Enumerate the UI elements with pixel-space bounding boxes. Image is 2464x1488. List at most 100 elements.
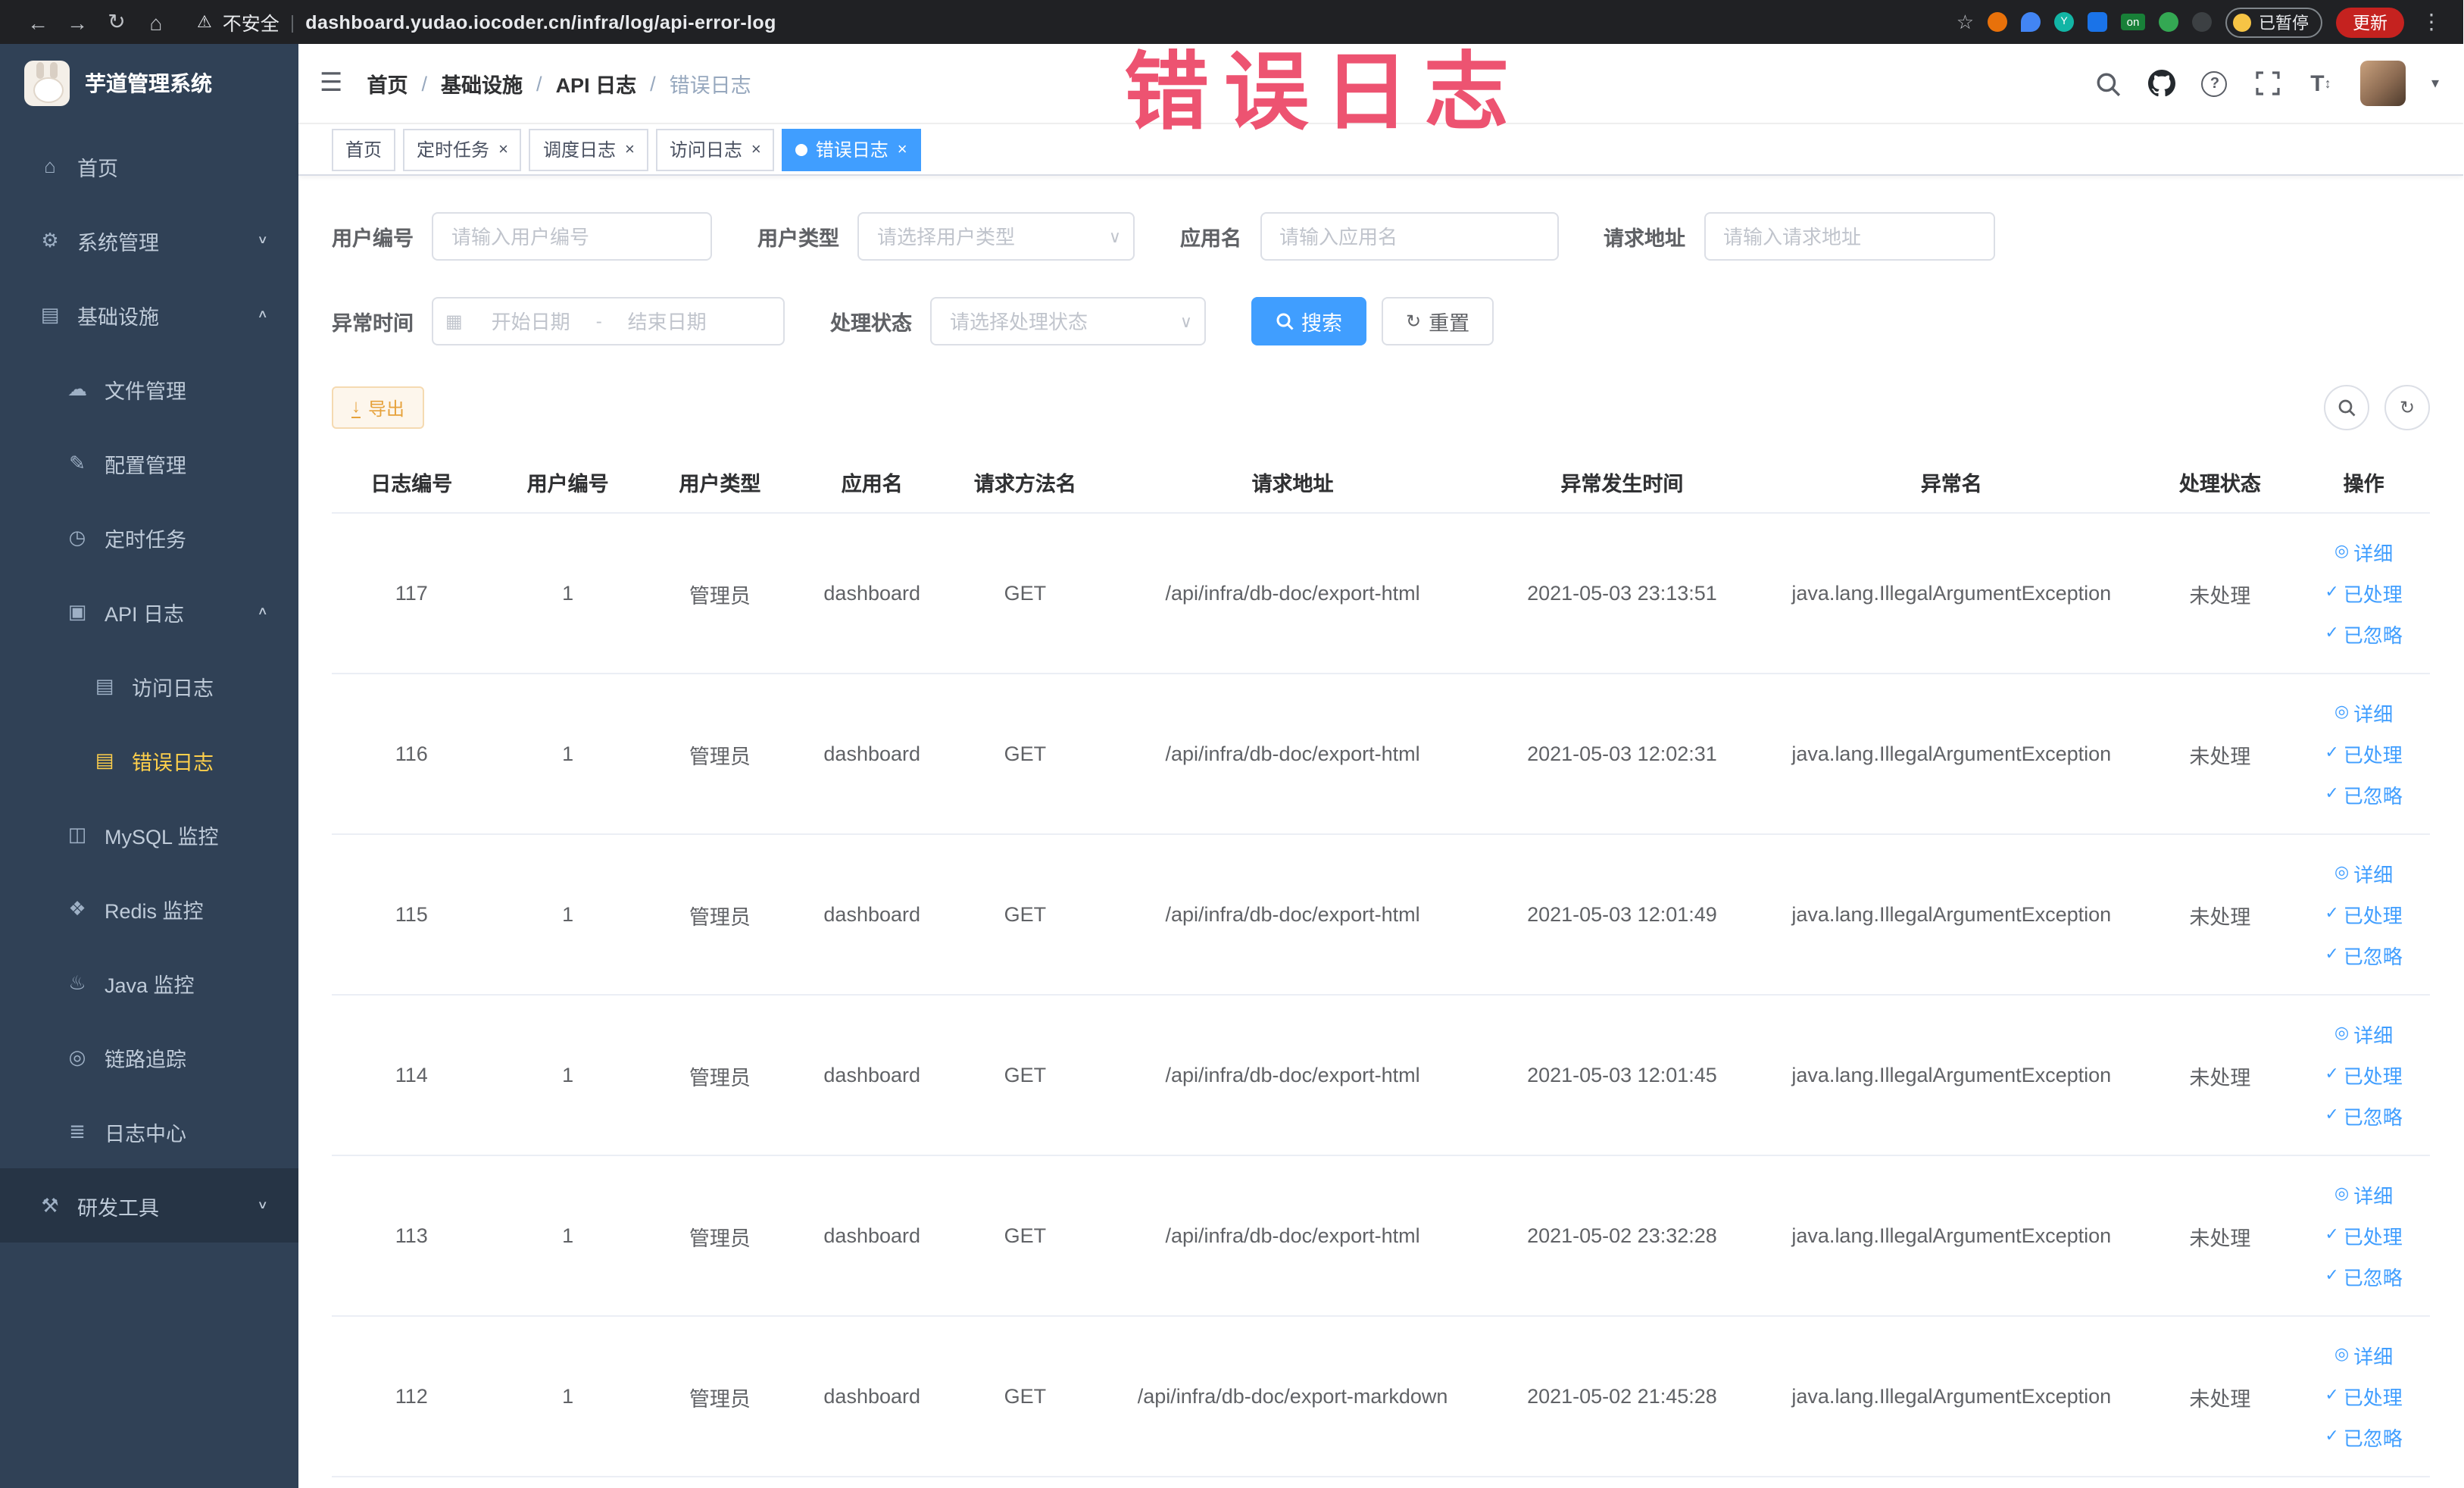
action-ignored-link[interactable]: ✓ 已忽略 <box>2325 1418 2402 1457</box>
sidebar-item-access-log[interactable]: ▤ 访问日志 <box>0 649 298 723</box>
font-size-icon[interactable]: T ↕ <box>2307 70 2334 97</box>
check-icon: ✓ <box>2325 583 2339 602</box>
bookmark-star-icon[interactable]: ☆ <box>1957 10 1974 34</box>
tab-access-log[interactable]: 访问日志 × <box>655 128 775 170</box>
action-detail-link[interactable]: ◎ 详细 <box>2334 1014 2393 1054</box>
address-bar[interactable]: ⚠ 不安全 | dashboard.yudao.iocoder.cn/infra… <box>197 8 1957 36</box>
action-processed-link[interactable]: ✓ 已处理 <box>2325 734 2402 774</box>
sidebar-item-dev-tools[interactable]: ⚒ 研发工具 ∨ <box>0 1168 298 1243</box>
cell-status: 未处理 <box>2189 1227 2251 1249</box>
process-status-label: 处理状态 <box>830 312 912 335</box>
user-type-select-input[interactable] <box>857 212 1135 261</box>
sidebar-item-infrastructure[interactable]: ▤ 基础设施 ∧ <box>0 277 298 352</box>
cell-app-name: dashboard <box>823 742 921 765</box>
help-icon[interactable]: ? <box>2201 70 2228 97</box>
search-icon[interactable] <box>2095 70 2122 97</box>
toggle-search-button[interactable] <box>2324 385 2369 430</box>
reset-button[interactable]: ↻ 重置 <box>1382 297 1494 345</box>
extension-icon-7[interactable] <box>2192 12 2212 32</box>
sidebar-item-home[interactable]: ⌂ 首页 <box>0 129 298 203</box>
process-status-select[interactable]: ∨ <box>930 297 1206 345</box>
tab-error-log[interactable]: 错误日志 × <box>782 128 921 170</box>
view-icon: ◎ <box>2334 703 2350 721</box>
sidebar-item-api-log[interactable]: ▣ API 日志 ∧ <box>0 574 298 649</box>
action-processed-link[interactable]: ✓ 已处理 <box>2325 574 2402 613</box>
action-processed-link[interactable]: ✓ 已处理 <box>2325 1055 2402 1095</box>
cell-app-name: dashboard <box>823 582 921 605</box>
action-detail-link[interactable]: ◎ 详细 <box>2334 693 2393 733</box>
home-icon[interactable]: ⌂ <box>136 10 176 34</box>
sidebar-item-file-mgmt[interactable]: ☁ 文件管理 <box>0 352 298 426</box>
app-name-input[interactable] <box>1260 212 1558 261</box>
close-icon[interactable]: × <box>751 140 761 158</box>
sidebar-item-redis-monitor[interactable]: ❖ Redis 监控 <box>0 871 298 946</box>
cell-actions: ◎ 详细 ✓ 已处理 ✓ 已忽略 <box>2297 1014 2430 1136</box>
tab-scheduled-tasks[interactable]: 定时任务 × <box>403 128 522 170</box>
action-ignored-link[interactable]: ✓ 已忽略 <box>2325 1096 2402 1136</box>
sidebar-item-log-center[interactable]: ≣ 日志中心 <box>0 1094 298 1168</box>
action-detail-link[interactable]: ◎ 详细 <box>2334 1175 2393 1214</box>
browser-menu-icon[interactable]: ⋮ <box>2418 9 2445 35</box>
extension-icon-2[interactable] <box>2021 12 2041 32</box>
extension-icon-3[interactable]: Y <box>2054 12 2074 32</box>
reload-icon[interactable]: ↻ <box>97 9 136 35</box>
user-avatar[interactable] <box>2359 61 2406 106</box>
user-id-input[interactable] <box>432 212 712 261</box>
hamburger-icon[interactable]: ☰ <box>320 68 343 98</box>
sidebar-item-config-mgmt[interactable]: ✎ 配置管理 <box>0 426 298 500</box>
close-icon[interactable]: × <box>898 140 907 158</box>
breadcrumb-home[interactable]: 首页 <box>367 68 408 98</box>
fullscreen-icon[interactable] <box>2254 70 2281 97</box>
sidebar-item-error-log[interactable]: ▤ 错误日志 <box>0 723 298 797</box>
refresh-icon: ↻ <box>1406 311 1422 332</box>
sidebar-item-scheduled-tasks[interactable]: ◷ 定时任务 <box>0 500 298 574</box>
user-id-label: 用户编号 <box>332 227 414 250</box>
extension-icon-1[interactable] <box>1988 12 2007 32</box>
user-type-select[interactable]: ∨ <box>857 212 1135 261</box>
sidebar-item-mysql-monitor[interactable]: ◫ MySQL 监控 <box>0 797 298 871</box>
action-processed-link[interactable]: ✓ 已处理 <box>2325 1377 2402 1416</box>
request-url-input[interactable] <box>1704 212 1994 261</box>
action-processed-link[interactable]: ✓ 已处理 <box>2325 895 2402 934</box>
start-date-input[interactable] <box>468 308 593 334</box>
avatar-caret-icon[interactable]: ▾ <box>2431 75 2439 92</box>
action-ignored-link[interactable]: ✓ 已忽略 <box>2325 614 2402 654</box>
breadcrumb-infrastructure[interactable]: 基础设施 <box>441 68 523 98</box>
action-detail-link[interactable]: ◎ 详细 <box>2334 1336 2393 1375</box>
tab-home[interactable]: 首页 <box>332 128 396 170</box>
back-icon[interactable]: ← <box>18 10 58 34</box>
browser-update-button[interactable]: 更新 <box>2336 7 2404 37</box>
extension-on-badge[interactable]: on <box>2121 14 2145 30</box>
process-status-select-input[interactable] <box>930 297 1206 345</box>
forward-icon[interactable]: → <box>58 10 97 34</box>
paused-extension-badge[interactable]: 已暂停 <box>2225 7 2322 37</box>
extension-icon-4[interactable] <box>2088 12 2107 32</box>
action-ignored-link[interactable]: ✓ 已忽略 <box>2325 775 2402 814</box>
exception-time-range-picker[interactable]: ▦ - <box>432 297 785 345</box>
action-ignored-link[interactable]: ✓ 已忽略 <box>2325 936 2402 975</box>
user-type-label: 用户类型 <box>757 227 839 250</box>
close-icon[interactable]: × <box>498 140 508 158</box>
action-detail-link[interactable]: ◎ 详细 <box>2334 533 2393 572</box>
breadcrumb-api-log[interactable]: API 日志 <box>556 68 637 98</box>
github-icon[interactable] <box>2147 70 2175 97</box>
sidebar-item-java-monitor[interactable]: ♨ Java 监控 <box>0 946 298 1020</box>
url-text[interactable]: dashboard.yudao.iocoder.cn/infra/log/api… <box>305 11 776 33</box>
close-icon[interactable]: × <box>625 140 635 158</box>
security-label[interactable]: 不安全 <box>223 8 280 36</box>
export-button[interactable]: ↓ 导出 <box>332 386 425 429</box>
refresh-table-button[interactable]: ↻ <box>2384 385 2430 430</box>
action-ignored-link[interactable]: ✓ 已忽略 <box>2325 1257 2402 1296</box>
tab-schedule-log[interactable]: 调度日志 × <box>529 128 648 170</box>
extension-icon-6[interactable] <box>2159 12 2178 32</box>
view-icon: ◎ <box>2334 1024 2350 1043</box>
sidebar-item-system-mgmt[interactable]: ⚙ 系统管理 ∨ <box>0 203 298 277</box>
check-icon: ✓ <box>2325 905 2339 923</box>
sidebar-item-tracing[interactable]: ◎ 链路追踪 <box>0 1020 298 1094</box>
action-detail-link[interactable]: ◎ 详细 <box>2334 854 2393 893</box>
search-button[interactable]: 搜索 <box>1251 297 1366 345</box>
app-logo[interactable]: 芋道管理系统 <box>0 44 298 123</box>
action-processed-link[interactable]: ✓ 已处理 <box>2325 1216 2402 1255</box>
refresh-icon: ↻ <box>2399 397 2416 418</box>
end-date-input[interactable] <box>604 308 729 334</box>
